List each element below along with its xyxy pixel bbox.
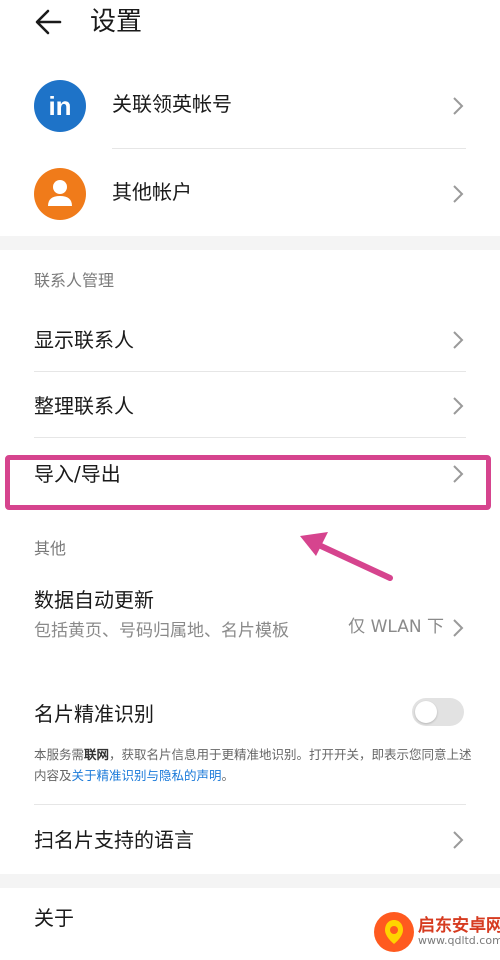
chevron-right-icon	[453, 97, 464, 115]
divider	[34, 804, 466, 805]
chevron-right-icon	[453, 619, 464, 637]
section-title-contacts: 联系人管理	[34, 271, 115, 290]
section-title-others: 其他	[34, 539, 67, 558]
privacy-statement-link[interactable]: 关于精准识别与隐私的声明	[72, 768, 222, 783]
menu-item-organize-contacts[interactable]: 整理联系人	[0, 384, 500, 428]
person-icon	[48, 180, 72, 206]
menu-item-label: 扫名片支持的语言	[34, 828, 194, 852]
watermark-logo-icon	[374, 912, 414, 952]
watermark: 启东安卓网 www.qdltd.com	[368, 908, 500, 956]
menu-item-scan-languages[interactable]: 扫名片支持的语言	[0, 818, 500, 862]
chevron-right-icon	[453, 185, 464, 203]
menu-item-subtitle: 包括黄页、号码归属地、名片模板	[34, 621, 289, 641]
menu-item-show-contacts[interactable]: 显示联系人	[0, 318, 500, 362]
chevron-right-icon	[453, 831, 464, 849]
toggle-knob	[415, 701, 437, 723]
menu-item-label: 整理联系人	[34, 394, 134, 418]
linkedin-avatar: in	[34, 80, 86, 132]
watermark-url: www.qdltd.com	[418, 934, 500, 947]
notice-text: 。	[221, 768, 235, 783]
menu-item-label: 显示联系人	[34, 328, 134, 352]
linkedin-logo-text: in	[48, 91, 72, 121]
menu-item-label: 名片精准识别	[34, 702, 154, 726]
divider	[34, 437, 466, 438]
chevron-right-icon	[453, 465, 464, 483]
menu-item-label: 导入/导出	[34, 462, 121, 486]
menu-item-auto-update[interactable]: 数据自动更新 包括黄页、号码归属地、名片模板 仅 WLAN 下	[0, 584, 500, 670]
menu-item-label: 关于	[34, 906, 74, 930]
account-item-label: 其他帐户	[112, 180, 192, 204]
chevron-right-icon	[453, 397, 464, 415]
chevron-right-icon	[453, 331, 464, 349]
section-separator	[0, 236, 500, 250]
account-item-label: 关联领英帐号	[112, 92, 232, 116]
account-item-other[interactable]: 其他帐户	[0, 164, 500, 224]
menu-item-import-export[interactable]: 导入/导出	[0, 452, 500, 496]
menu-item-label: 数据自动更新	[34, 588, 154, 612]
divider	[34, 371, 466, 372]
auto-update-value: 仅 WLAN 下	[348, 617, 444, 637]
header: 设置	[0, 0, 500, 48]
card-recognition-toggle[interactable]	[412, 698, 464, 726]
back-arrow-icon[interactable]	[32, 4, 72, 40]
annotation-arrow-icon	[300, 532, 393, 581]
notice-bold-text: 联网	[84, 747, 110, 762]
notice-text: 本服务需	[34, 747, 85, 762]
watermark-name: 启东安卓网	[418, 916, 500, 936]
divider	[112, 148, 466, 149]
section-separator	[0, 874, 500, 888]
page-title: 设置	[90, 7, 143, 37]
account-item-linkedin[interactable]: in 关联领英帐号	[0, 76, 500, 136]
privacy-notice: 本服务需联网，获取名片信息用于更精准地识别。打开开关，即表示您同意上述内容及关于…	[34, 744, 474, 786]
person-avatar	[34, 168, 86, 220]
